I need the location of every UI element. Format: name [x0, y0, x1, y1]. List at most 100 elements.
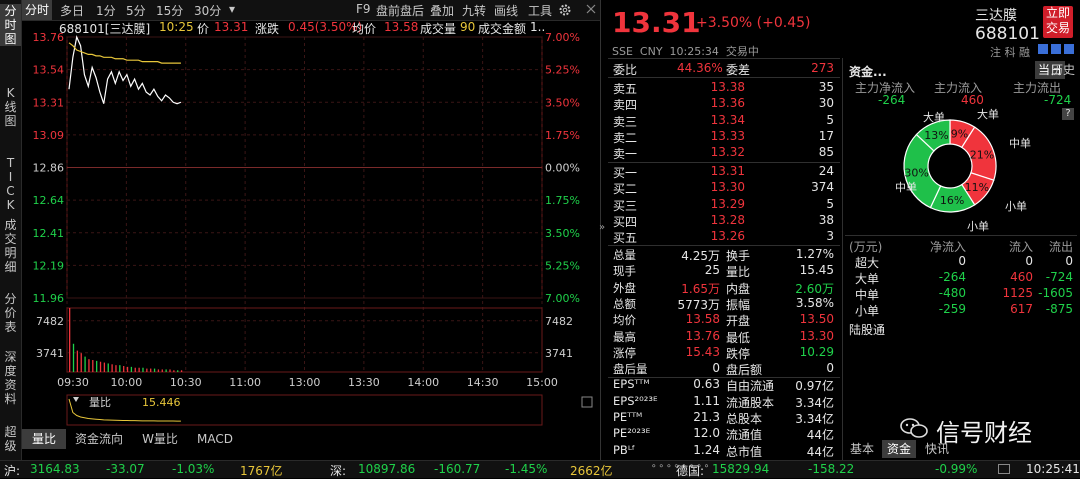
volume-bar — [165, 369, 167, 372]
ask-price[interactable]: 13.33 — [690, 129, 745, 143]
volume-bar — [180, 370, 183, 372]
stat-label: 最低 — [726, 330, 751, 345]
volume-bar — [99, 361, 102, 372]
close-indicator-icon[interactable] — [581, 396, 593, 408]
volume-bar — [76, 350, 79, 372]
price-axis-label: 12.41 — [33, 227, 65, 240]
period-multiday[interactable]: 多日 — [60, 2, 84, 19]
tab-volume-ratio[interactable]: 量比 — [22, 429, 66, 449]
stat-label: 涨停 — [613, 345, 636, 360]
draw-line-button[interactable]: 画线 — [494, 2, 518, 19]
sz-index-pct: -1.45% — [505, 462, 548, 476]
sz-index-label: 深: — [330, 464, 347, 478]
de-index-value[interactable]: 15829.94 — [712, 462, 769, 476]
stat-label: 开盘 — [726, 314, 751, 329]
price-axis-label: 13.31 — [33, 96, 65, 109]
bid-price[interactable]: 13.30 — [690, 180, 745, 194]
intraday-chart[interactable]: 13.76 7.00% 13.54 5.25% 13.31 3.50% 13.09 1.75%… — [22, 20, 600, 430]
price-axis-label: 12.19 — [33, 259, 65, 272]
price-axis-label: 11.96 — [33, 292, 65, 305]
period-intraday[interactable]: 分时 — [22, 0, 53, 20]
volume-bar — [84, 356, 86, 372]
ask-volume: 30 — [818, 96, 834, 111]
tab-news[interactable]: 快讯 — [920, 440, 954, 458]
tag-icon[interactable] — [1064, 44, 1074, 54]
sz-index-value[interactable]: 10897.86 — [358, 462, 415, 476]
ask-price[interactable]: 13.34 — [690, 113, 745, 127]
tab-price-table[interactable]: 分价表 — [0, 292, 21, 334]
pre-post-market-button[interactable]: 盘前盘后 — [376, 2, 424, 19]
tab-fund-flow[interactable]: 资金流向 — [68, 429, 130, 449]
tab-super[interactable]: 超级 — [0, 425, 21, 453]
volume-bar — [126, 366, 129, 372]
stock-flags: 注 科 融 — [990, 46, 1030, 59]
period-30min[interactable]: 30分 — [194, 2, 221, 19]
tools-button[interactable]: 工具 — [528, 2, 552, 19]
stat-value: 1.65万 — [681, 281, 720, 296]
nine-turn-button[interactable]: 九转 — [462, 2, 486, 19]
tab-kline[interactable]: K线图 — [0, 86, 21, 128]
bid-price[interactable]: 13.26 — [690, 229, 745, 243]
stat-value: 1.24 — [693, 442, 720, 457]
pct-axis-label: 5.25% — [545, 259, 580, 272]
overlay-button[interactable]: 叠加 — [430, 2, 454, 19]
volume-bar — [92, 360, 94, 372]
donut-slice-pct: 16% — [940, 194, 964, 207]
tab-trade-detail[interactable]: 成交明细 — [0, 218, 21, 274]
ask-price[interactable]: 13.38 — [690, 80, 745, 94]
clock: 10:25:41 — [1026, 462, 1080, 476]
bid-volume: 3 — [826, 229, 834, 244]
period-more-dropdown[interactable]: ▾ — [229, 2, 235, 16]
pct-axis-label: 3.50% — [545, 227, 580, 240]
volume-axis-label-right: 3741 — [545, 347, 573, 360]
ask-label: 卖一 — [613, 147, 638, 162]
sz-index-change: -160.77 — [434, 462, 481, 476]
weicha-value: 273 — [811, 61, 834, 75]
sh-index-value[interactable]: 3164.83 — [30, 462, 80, 476]
bid-price[interactable]: 13.31 — [690, 164, 745, 178]
collapse-triangle-icon[interactable] — [73, 397, 79, 402]
price-axis-label: 13.76 — [33, 31, 65, 44]
market-status-bar: 沪: 3164.83 -33.07 -1.03% 1767亿 深: 10897.… — [0, 460, 1080, 478]
link-icon[interactable] — [1038, 44, 1048, 54]
bid-price[interactable]: 13.28 — [690, 213, 745, 227]
edit-icon[interactable] — [1051, 44, 1061, 54]
ask-price[interactable]: 13.32 — [690, 145, 745, 159]
tab-depth-info[interactable]: 深度资料 — [0, 350, 21, 406]
sh-index-label: 沪: — [4, 464, 21, 478]
stat-value: 44亿 — [806, 444, 834, 459]
volume-bar — [115, 365, 117, 372]
tab-intraday[interactable]: 分时图 — [0, 4, 21, 46]
stat-label: 总量 — [613, 248, 636, 262]
period-15min[interactable]: 15分 — [156, 2, 183, 19]
tab-macd[interactable]: MACD — [190, 429, 240, 449]
tab-history[interactable]: 历史 — [1048, 61, 1078, 79]
close-icon[interactable] — [586, 4, 596, 14]
tab-basic[interactable]: 基本 — [846, 440, 878, 458]
ask-price[interactable]: 13.36 — [690, 96, 745, 110]
fund-row-label: 中单 — [855, 288, 880, 302]
volume-bar — [123, 366, 125, 372]
expand-arrow-icon[interactable]: » — [599, 222, 605, 233]
period-1min[interactable]: 1分 — [96, 2, 116, 19]
bid-price[interactable]: 13.29 — [690, 197, 745, 211]
f9-button[interactable]: F9 — [356, 2, 371, 16]
stat-value: 13.50 — [799, 312, 834, 327]
ask-volume: 85 — [818, 145, 834, 160]
tab-w-volume-ratio[interactable]: W量比 — [134, 429, 186, 449]
volume-bar — [146, 368, 148, 372]
tab-tick[interactable]: TICK — [0, 156, 21, 212]
stat-label: 均价 — [613, 313, 636, 328]
time-axis-label: 14:00 — [407, 376, 439, 389]
ratio-indicator-label: 量比 — [89, 396, 111, 409]
bid-volume: 5 — [826, 196, 834, 211]
volume-bar — [111, 364, 113, 372]
donut-slice-pct: 9% — [951, 127, 968, 140]
trade-now-button[interactable]: 立即交易 — [1043, 6, 1073, 38]
message-icon[interactable] — [998, 464, 1010, 474]
gear-icon[interactable] — [558, 3, 572, 17]
donut-outer-label: 大单 — [923, 110, 945, 124]
donut-slice-pct: 11% — [965, 181, 989, 194]
period-5min[interactable]: 5分 — [126, 2, 146, 19]
tab-fund[interactable]: 资金 — [882, 440, 916, 458]
